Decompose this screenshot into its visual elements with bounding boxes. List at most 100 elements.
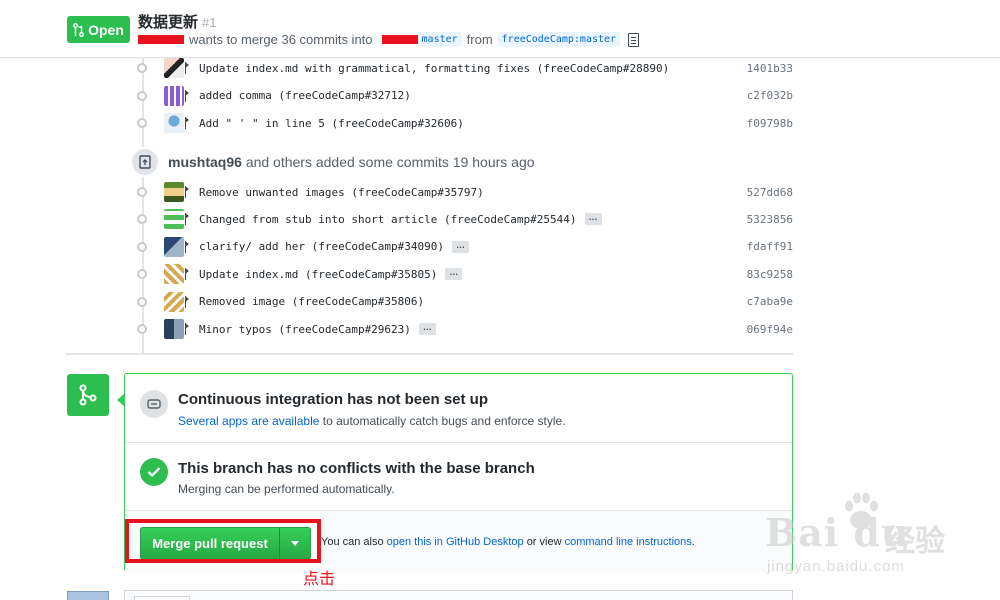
redacted-owner — [381, 35, 418, 44]
ci-subtitle-rest: to automatically catch bugs and enforce … — [322, 414, 566, 428]
commit-dot-icon — [137, 90, 147, 101]
commit-row: Changed from stub into short article (fr… — [137, 209, 797, 230]
push-icon — [185, 295, 191, 308]
commit-sha[interactable]: 5323856 — [747, 213, 793, 226]
avatar[interactable] — [164, 58, 184, 78]
commit-sha[interactable]: 83c9258 — [747, 268, 793, 281]
head-branch[interactable]: freeCodeCamp:master — [497, 32, 621, 47]
page-title: 数据更新 #1 — [138, 11, 216, 32]
commit-row: Update index.md (freeCodeCamp#35805) … 83c… — [137, 264, 797, 285]
pr-state-label: Open — [88, 21, 124, 38]
push-icon — [185, 240, 191, 253]
clipboard-icon[interactable] — [628, 32, 640, 47]
avatar[interactable] — [164, 291, 184, 312]
conflict-title: This branch has no conflicts with the ba… — [178, 460, 535, 477]
git-merge-icon — [79, 384, 97, 406]
check-icon — [147, 467, 161, 478]
watermark-cn: 经验 — [885, 525, 945, 558]
no-conflicts-icon — [140, 458, 168, 486]
watermark-url: jingyan.baidu.com — [767, 558, 905, 575]
event-badge — [130, 147, 160, 177]
commit-dot-icon — [137, 241, 147, 252]
merge-hint: You can also open this in GitHub Desktop… — [321, 536, 695, 548]
commit-message[interactable]: added comma (freeCodeCamp#32712) — [199, 89, 411, 102]
commit-dot-icon — [137, 187, 147, 197]
avatar[interactable] — [164, 113, 184, 133]
commit-row: Update index.md with grammatical, format… — [137, 58, 797, 78]
annotation-label: 点击 — [303, 569, 336, 588]
event-description: and others added some commits 19 hours a… — [245, 154, 535, 170]
commit-row: Remove unwanted images (freeCodeCamp#357… — [137, 182, 797, 202]
ci-subtitle: Several apps are available to automatica… — [178, 414, 566, 428]
commit-message[interactable]: Add " ' " in line 5 (freeCodeCamp#32606) — [199, 117, 464, 130]
push-icon — [185, 323, 191, 335]
baidu-watermark: Bai du 经验 jingyan.baidu.com — [765, 490, 985, 580]
commit-message[interactable]: Minor typos (freeCodeCamp#29623) — [199, 323, 411, 336]
avatar[interactable] — [164, 85, 184, 106]
commit-row: Add " ' " in line 5 (freeCodeCamp#32606)… — [137, 113, 797, 133]
redacted-username — [138, 35, 184, 44]
merge-status-badge — [67, 374, 109, 416]
ci-icon — [140, 390, 168, 418]
command-line-link[interactable]: command line instructions — [565, 536, 692, 548]
apps-link[interactable]: Several apps are available — [178, 414, 319, 428]
commit-row: Minor typos (freeCodeCamp#29623) … 069f94e — [137, 319, 797, 339]
commit-sha[interactable]: c7aba9e — [747, 295, 793, 308]
commit-sha[interactable]: 069f94e — [747, 323, 793, 336]
commit-dot-icon — [137, 118, 147, 128]
push-icon — [185, 213, 191, 226]
commit-sha[interactable]: 1401b33 — [747, 62, 793, 75]
commit-sha[interactable]: c2f032b — [747, 89, 793, 102]
ci-title: Continuous integration has not been set … — [178, 391, 488, 408]
expand-commit-button[interactable]: … — [584, 213, 602, 226]
commit-dot-icon — [137, 214, 147, 225]
commit-dot-icon — [137, 324, 147, 334]
timeline-event: mushtaq96 and others added some commits … — [130, 147, 535, 177]
pr-number: #1 — [202, 15, 217, 30]
commit-message[interactable]: Changed from stub into short article (fr… — [199, 213, 577, 226]
pr-state-badge: Open — [67, 16, 130, 43]
pr-header: Open 数据更新 #1 wants to merge 36 commits in… — [0, 0, 1000, 58]
pr-meta: wants to merge 36 commits into master fr… — [138, 32, 640, 47]
base-branch[interactable]: master — [417, 32, 462, 47]
push-icon — [185, 186, 191, 198]
commit-message[interactable]: Update index.md (freeCodeCamp#35805) — [199, 268, 437, 281]
commit-message[interactable]: Removed image (freeCodeCamp#35806) — [199, 295, 424, 308]
avatar[interactable] — [164, 264, 184, 285]
avatar[interactable] — [164, 182, 184, 202]
avatar[interactable] — [164, 236, 184, 257]
avatar[interactable] — [164, 319, 184, 339]
from-text: from — [466, 32, 493, 47]
pr-meta-text: wants to merge 36 commits into — [189, 32, 373, 47]
ci-section: Continuous integration has not been set … — [125, 374, 792, 443]
hint-prefix: You can also — [321, 536, 384, 548]
comment-box — [124, 590, 793, 600]
commit-sha[interactable]: fdaff91 — [747, 240, 793, 253]
commit-dot-icon — [137, 63, 147, 73]
commit-message[interactable]: Remove unwanted images (freeCodeCamp#357… — [199, 186, 484, 199]
commit-sha[interactable]: 527dd68 — [747, 186, 793, 199]
commit-sha[interactable]: f09798b — [747, 117, 793, 130]
avatar[interactable] — [164, 209, 184, 230]
commit-dot-icon — [137, 269, 147, 280]
push-icon — [185, 62, 191, 74]
tab-write[interactable] — [134, 596, 190, 600]
commit-row: Removed image (freeCodeCamp#35806) c7aba9… — [137, 291, 797, 312]
commit-row: added comma (freeCodeCamp#32712) c2f032b — [137, 85, 797, 106]
commit-dot-icon — [137, 296, 147, 307]
expand-commit-button[interactable]: … — [452, 240, 470, 253]
expand-commit-button[interactable]: … — [418, 323, 436, 335]
timeline-divider — [66, 353, 793, 355]
pr-title-text: 数据更新 — [138, 14, 199, 31]
github-desktop-link[interactable]: open this in GitHub Desktop — [387, 536, 524, 548]
commit-message[interactable]: clarify/ add her (freeCodeCamp#34090) — [199, 240, 444, 253]
hint-end: . — [691, 536, 695, 548]
event-user[interactable]: mushtaq96 — [168, 154, 242, 170]
push-icon — [185, 268, 191, 281]
commit-row: clarify/ add her (freeCodeCamp#34090) … fd… — [137, 236, 797, 257]
expand-commit-button[interactable]: … — [445, 268, 463, 281]
repo-push-icon — [139, 155, 151, 169]
push-icon — [185, 89, 191, 102]
commit-message[interactable]: Update index.md with grammatical, format… — [199, 62, 669, 75]
annotation-highlight-box — [125, 519, 321, 563]
